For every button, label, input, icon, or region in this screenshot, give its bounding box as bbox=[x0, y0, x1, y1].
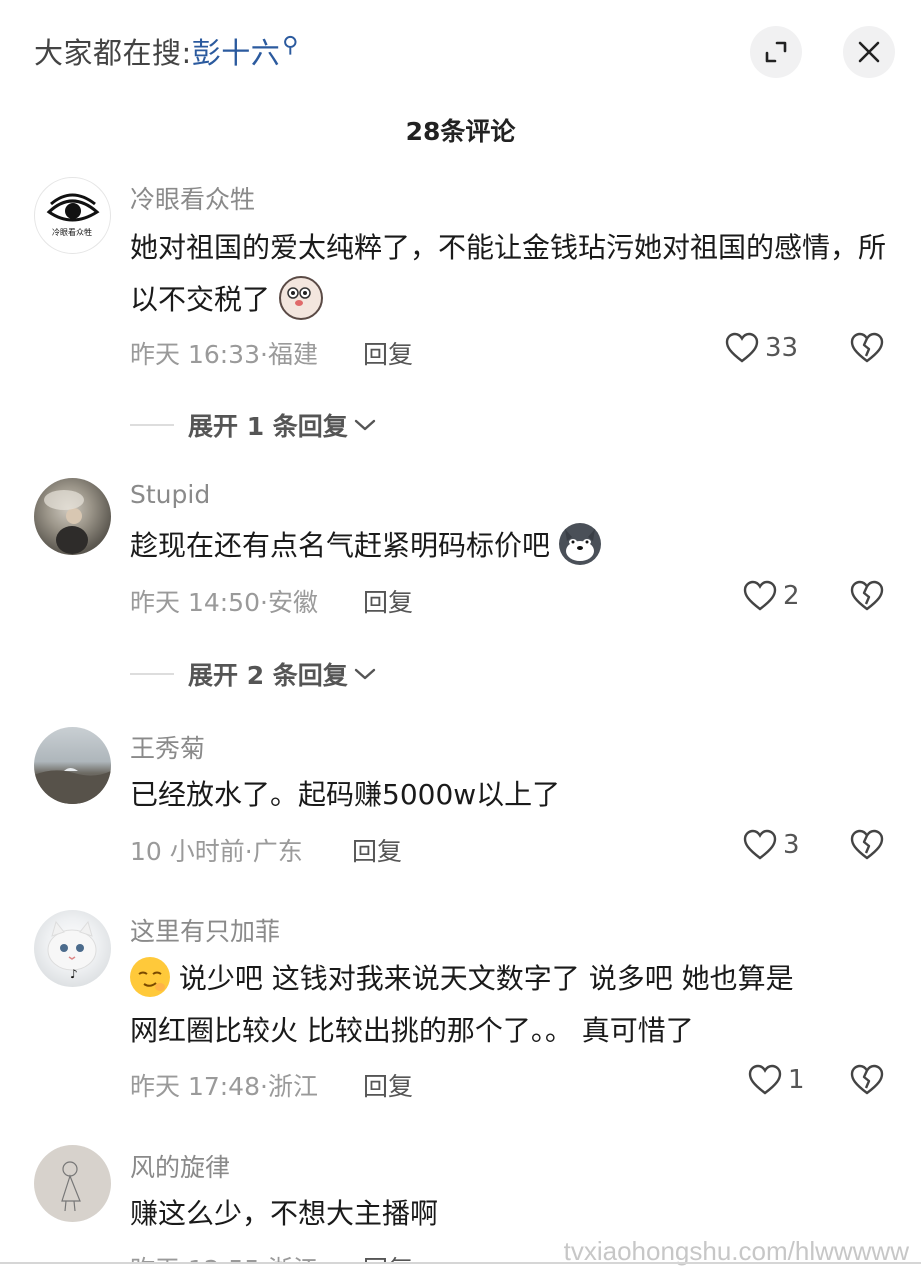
header: 大家都在搜:彭十六⚲ bbox=[0, 0, 921, 105]
comment-content: 趁现在还有点名气赶紧明码标价吧 bbox=[130, 529, 551, 562]
avatar[interactable] bbox=[34, 1145, 111, 1222]
username[interactable]: 风的旋律 bbox=[130, 1148, 230, 1184]
husky-emoji-icon bbox=[558, 523, 601, 565]
reply-button[interactable]: 回复 bbox=[363, 335, 413, 371]
like-button[interactable]: 1 bbox=[748, 1064, 805, 1096]
reply-button[interactable]: 回复 bbox=[363, 583, 413, 619]
comment-meta: 昨天 14:50·安徽 bbox=[130, 588, 318, 617]
broken-heart-icon bbox=[850, 829, 884, 860]
expand-button[interactable] bbox=[750, 26, 802, 78]
svg-text:♪: ♪ bbox=[70, 967, 78, 981]
avatar[interactable] bbox=[34, 727, 111, 804]
smirk-emoji-icon bbox=[130, 957, 170, 997]
username[interactable]: Stupid bbox=[130, 480, 210, 509]
comment-content: 已经放水了。起码赚5000w以上了 bbox=[130, 778, 561, 811]
comment-meta: 昨天 17:48·浙江 bbox=[130, 1072, 318, 1101]
comment-text: 已经放水了。起码赚5000w以上了 bbox=[130, 769, 890, 821]
avatar[interactable]: 冷眼看众牲 bbox=[34, 177, 111, 254]
dog-emoji-icon bbox=[278, 276, 323, 320]
comment-text: 说少吧 这钱对我来说天文数字了 说多吧 她也算是 网红圈比较火 比较出挑的那个了… bbox=[130, 953, 890, 1057]
comment-content: 赚这么少，不想大主播啊 bbox=[130, 1197, 439, 1230]
dislike-button[interactable] bbox=[850, 332, 884, 368]
comment-content: 她对祖国的爱太纯粹了，不能让金钱玷污她对祖国的感情，所以不交税了 bbox=[130, 231, 887, 316]
search-suggestion[interactable]: 大家都在搜:彭十六⚲ bbox=[34, 30, 299, 72]
comment-text: 她对祖国的爱太纯粹了，不能让金钱玷污她对祖国的感情，所以不交税了 bbox=[130, 222, 890, 326]
comment-count-title: 28条评论 bbox=[405, 117, 516, 146]
heart-icon bbox=[743, 829, 777, 860]
reply-button[interactable]: 回复 bbox=[352, 832, 402, 868]
comment-text: 赚这么少，不想大主播啊 bbox=[130, 1188, 890, 1240]
chevron-down-icon bbox=[354, 668, 376, 680]
expand-icon bbox=[765, 41, 787, 63]
heart-icon bbox=[748, 1064, 782, 1095]
bottom-divider bbox=[0, 1262, 921, 1264]
dislike-button[interactable] bbox=[850, 829, 884, 865]
broken-heart-icon bbox=[850, 580, 884, 611]
avatar[interactable] bbox=[34, 478, 111, 555]
comment-text: 趁现在还有点名气赶紧明码标价吧 bbox=[130, 520, 890, 572]
search-icon: ⚲ bbox=[282, 33, 299, 59]
like-count: 3 bbox=[783, 830, 800, 860]
expand-replies-button[interactable]: 展开 2 条回复 bbox=[130, 656, 376, 692]
search-prefix: 大家都在搜: bbox=[34, 36, 192, 70]
like-count: 1 bbox=[788, 1065, 805, 1095]
heart-icon bbox=[725, 332, 759, 363]
divider bbox=[130, 673, 174, 675]
username[interactable]: 这里有只加菲 bbox=[130, 912, 280, 948]
broken-heart-icon bbox=[850, 332, 884, 363]
expand-replies-button[interactable]: 展开 1 条回复 bbox=[130, 407, 376, 443]
like-button[interactable]: 2 bbox=[743, 580, 800, 612]
broken-heart-icon bbox=[850, 1064, 884, 1095]
comment-meta: 10 小时前·广东 bbox=[130, 837, 303, 866]
username[interactable]: 王秀菊 bbox=[130, 729, 205, 765]
eye-logo-icon: 冷眼看众牲 bbox=[46, 193, 100, 237]
reply-button[interactable]: 回复 bbox=[363, 1067, 413, 1103]
like-button[interactable]: 3 bbox=[743, 829, 800, 861]
comment-meta: 昨天 16:33·福建 bbox=[130, 340, 318, 369]
close-icon bbox=[858, 41, 880, 63]
expand-replies-label: 展开 1 条回复 bbox=[188, 412, 348, 441]
username[interactable]: 冷眼看众牲 bbox=[130, 180, 255, 216]
avatar[interactable]: ♪ bbox=[34, 910, 111, 987]
heart-icon bbox=[743, 580, 777, 611]
chevron-down-icon bbox=[354, 419, 376, 431]
dislike-button[interactable] bbox=[850, 580, 884, 616]
comment-content-line: 说少吧 这钱对我来说天文数字了 说多吧 她也算是 bbox=[178, 962, 794, 995]
like-count: 2 bbox=[783, 581, 800, 611]
search-keyword[interactable]: 彭十六 bbox=[192, 36, 281, 70]
divider bbox=[130, 424, 174, 426]
like-count: 33 bbox=[765, 333, 799, 363]
svg-text:冷眼看众牲: 冷眼看众牲 bbox=[52, 227, 92, 237]
close-button[interactable] bbox=[843, 26, 895, 78]
expand-replies-label: 展开 2 条回复 bbox=[188, 661, 348, 690]
like-button[interactable]: 33 bbox=[725, 332, 798, 364]
dislike-button[interactable] bbox=[850, 1064, 884, 1100]
comment-content-line: 网红圈比较火 比较出挑的那个了。。 真可惜了 bbox=[130, 1014, 694, 1047]
